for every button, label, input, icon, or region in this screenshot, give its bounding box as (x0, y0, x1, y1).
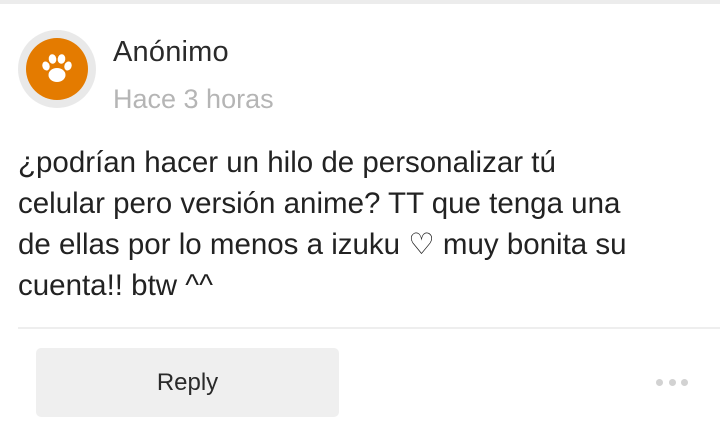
comment-timestamp: Hace 3 horas (113, 84, 274, 114)
divider (18, 327, 720, 329)
comment-body: ¿podrían hacer un hilo de personalizar t… (18, 142, 708, 306)
comment-line: cuenta!! btw ^^ (18, 269, 213, 302)
more-dot (668, 378, 676, 386)
comment-line: ¿podrían hacer un hilo de personalizar t… (18, 146, 556, 179)
more-options-icon[interactable] (656, 376, 688, 388)
comment-card: Anónimo Hace 3 horas ¿podrían hacer un h… (0, 0, 720, 433)
more-dot (656, 378, 663, 386)
more-dot (681, 378, 688, 386)
comment-line: de ellas por lo menos a izuku ♡ muy boni… (18, 228, 627, 261)
avatar-badge (26, 38, 88, 100)
reply-button[interactable]: Reply (36, 348, 339, 417)
comment-line: celular pero versión anime? TT que tenga… (18, 187, 621, 220)
avatar[interactable] (18, 30, 96, 108)
paw-icon (42, 54, 72, 82)
author-name[interactable]: Anónimo (113, 36, 229, 69)
